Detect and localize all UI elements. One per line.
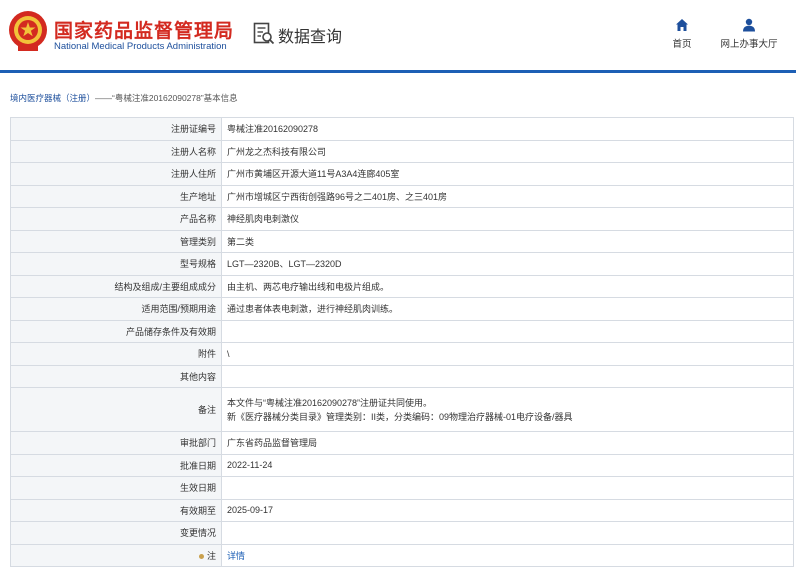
row-value: 广州市增城区宁西街创强路96号之二401房、之三401房: [221, 184, 794, 208]
table-row: 备注 本文件与“粤械注准20162090278”注册证共同使用。新《医疗器械分类目…: [10, 387, 794, 432]
remark-line-1: 本文件与“粤械注准20162090278”注册证共同使用。: [227, 397, 433, 408]
site-title-cn: 国家药品监督管理局: [54, 21, 235, 42]
row-value: [221, 319, 794, 343]
nav-service-label: 网上办事大厅: [720, 39, 778, 50]
remark-line-2: 新《医疗器械分类目录》管理类别：II类，分类编码：09物理治疗器械-01电疗设备…: [227, 411, 573, 422]
section-title: 数据查询: [278, 29, 343, 46]
row-label: 注册人住所: [10, 162, 222, 186]
table-row: 附件 \: [10, 342, 794, 366]
row-label: 管理类别: [10, 229, 222, 253]
row-value: 2022-11-24: [221, 453, 794, 477]
table-row: 生产地址 广州市增城区宁西街创强路96号之二401房、之三401房: [10, 184, 794, 208]
row-value: LGT—2320B、LGT—2320D: [221, 252, 794, 276]
row-label: 审批部门: [10, 431, 222, 455]
row-value: 本文件与“粤械注准20162090278”注册证共同使用。新《医疗器械分类目录》…: [221, 387, 794, 432]
row-label: 变更情况: [10, 521, 222, 545]
registration-info-table: 注册证编号 粤械注准20162090278 注册人名称 广州龙之杰科技有限公司 注册…: [10, 117, 794, 567]
table-row: 产品储存条件及有效期: [10, 319, 794, 343]
row-label: 有效期至: [10, 498, 222, 522]
nav-home-label: 首页: [672, 39, 692, 50]
row-value: \: [221, 342, 794, 366]
row-value: 通过患者体表电刺激，进行神经肌肉训练。: [221, 297, 794, 321]
row-value: [221, 476, 794, 500]
row-label: 产品名称: [10, 207, 222, 231]
row-value: 神经肌肉电刺激仪: [221, 207, 794, 231]
pin-icon: [198, 553, 204, 559]
data-query-icon: [253, 22, 275, 45]
row-label: 产品储存条件及有效期: [10, 319, 222, 343]
table-row: 注册证编号 粤械注准20162090278: [10, 117, 794, 141]
site-title-en: National Medical Products Administration: [54, 41, 227, 52]
table-row: 有效期至 2025-09-17: [10, 498, 794, 522]
table-row: 注 详情: [10, 543, 794, 567]
row-value: 由主机、两芯电疗输出线和电极片组成。: [221, 274, 794, 298]
row-label: 批准日期: [10, 453, 222, 477]
table-row: 注册人名称 广州龙之杰科技有限公司: [10, 139, 794, 163]
table-row: 其他内容: [10, 364, 794, 388]
row-value: [221, 364, 794, 388]
row-label: 附件: [10, 342, 222, 366]
user-icon: [743, 18, 755, 32]
row-value: [221, 521, 794, 545]
header-divider: [0, 70, 796, 73]
row-label: 注: [10, 543, 222, 567]
row-value: 2025-09-17: [221, 498, 794, 522]
breadcrumb-category[interactable]: 境内医疗器械（注册）: [10, 93, 95, 103]
row-label: 其他内容: [10, 364, 222, 388]
table-row: 审批部门 广东省药品监督管理局: [10, 431, 794, 455]
row-value: 第二类: [221, 229, 794, 253]
table-row: 型号规格 LGT—2320B、LGT—2320D: [10, 252, 794, 276]
nav-home[interactable]: 首页: [665, 18, 699, 50]
row-value: 广州龙之杰科技有限公司: [221, 139, 794, 163]
row-value: 广东省药品监督管理局: [221, 431, 794, 455]
row-label: 注册人名称: [10, 139, 222, 163]
row-label: 适用范围/预期用途: [10, 297, 222, 321]
national-emblem-icon: [9, 11, 47, 51]
table-row: 变更情况: [10, 521, 794, 545]
row-value: 粤械注准20162090278: [221, 117, 794, 141]
note-label: 注: [206, 550, 216, 561]
row-label: 生产地址: [10, 184, 222, 208]
table-row: 管理类别 第二类: [10, 229, 794, 253]
table-row: 注册人住所 广州市黄埔区开源大道11号A3A4连廊405室: [10, 162, 794, 186]
table-row: 适用范围/预期用途 通过患者体表电刺激，进行神经肌肉训练。: [10, 297, 794, 321]
row-value: 详情: [221, 543, 794, 567]
table-row: 产品名称 神经肌肉电刺激仪: [10, 207, 794, 231]
row-label: 生效日期: [10, 476, 222, 500]
row-value: 广州市黄埔区开源大道11号A3A4连廊405室: [221, 162, 794, 186]
breadcrumb: 境内医疗器械（注册）——“粤械注准20162090278”基本信息: [10, 92, 238, 104]
nav-online-service-hall[interactable]: 网上办事大厅: [716, 18, 782, 50]
site-header: 国家药品监督管理局 National Medical Products Admi…: [0, 0, 796, 70]
row-label: 型号规格: [10, 252, 222, 276]
breadcrumb-current: “粤械注准20162090278”基本信息: [112, 93, 238, 103]
table-row: 批准日期 2022-11-24: [10, 453, 794, 477]
details-link[interactable]: 详情: [227, 551, 245, 561]
row-label: 备注: [10, 387, 222, 432]
home-icon: [676, 19, 688, 31]
row-label: 结构及组成/主要组成成分: [10, 274, 222, 298]
table-row: 生效日期: [10, 476, 794, 500]
table-row: 结构及组成/主要组成成分 由主机、两芯电疗输出线和电极片组成。: [10, 274, 794, 298]
row-label: 注册证编号: [10, 117, 222, 141]
breadcrumb-separator: ——: [95, 93, 113, 103]
